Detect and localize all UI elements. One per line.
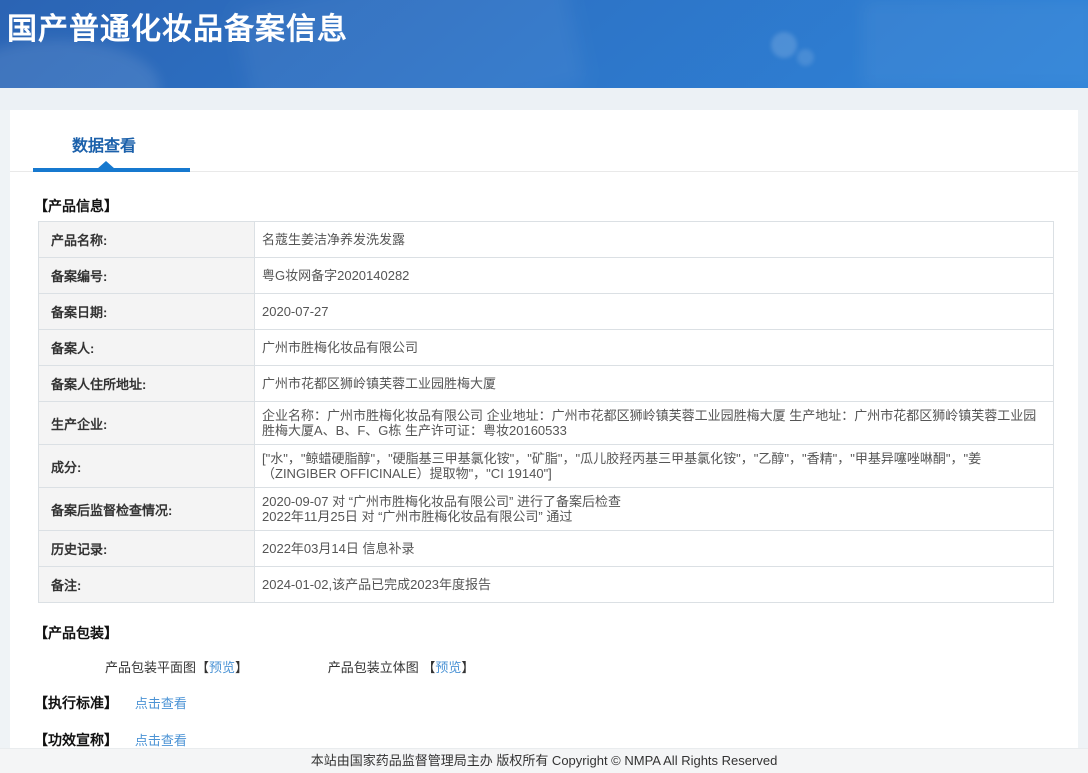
table-row: 产品名称: 名蔻生姜洁净养发洗发露 bbox=[38, 221, 1054, 258]
content-card: 数据查看 【产品信息】 产品名称: 名蔻生姜洁净养发洗发露 备案编号: 粤G妆网… bbox=[10, 110, 1078, 748]
table-row: 历史记录: 2022年03月14日 信息补录 bbox=[38, 530, 1054, 567]
row-value: 2022年03月14日 信息补录 bbox=[254, 530, 1054, 567]
product-info-section-title: 【产品信息】 bbox=[34, 198, 118, 214]
tab-bar: 数据查看 bbox=[10, 110, 1078, 172]
table-row: 备案编号: 粤G妆网备字2020140282 bbox=[38, 257, 1054, 294]
row-label: 历史记录: bbox=[38, 530, 255, 567]
packaging-flat-preview-link[interactable]: 预览 bbox=[209, 660, 235, 675]
packaging-flat-label: 产品包装平面图 bbox=[105, 660, 197, 675]
table-row: 备案日期: 2020-07-27 bbox=[38, 293, 1054, 330]
standards-view-link[interactable]: 点击查看 bbox=[135, 696, 187, 711]
row-label: 备案编号: bbox=[38, 257, 255, 294]
efficacy-section-title: 【功效宣称】 bbox=[34, 732, 118, 748]
efficacy-row: 【功效宣称】 点击查看 bbox=[34, 730, 1078, 750]
product-info-table: 产品名称: 名蔻生姜洁净养发洗发露 备案编号: 粤G妆网备字2020140282… bbox=[38, 221, 1054, 603]
table-row: 备案后监督检查情况: 2020-09-07 对 “广州市胜梅化妆品有限公司” 进… bbox=[38, 487, 1054, 531]
bracket-close: 】 bbox=[235, 660, 249, 675]
banner-decor-circle bbox=[771, 32, 797, 58]
row-value: 粤G妆网备字2020140282 bbox=[254, 257, 1054, 294]
bracket-open: 【 bbox=[422, 660, 436, 675]
row-value: 名蔻生姜洁净养发洗发露 bbox=[254, 221, 1054, 258]
header-spacer-band bbox=[0, 88, 1088, 110]
bracket-open: 【 bbox=[196, 660, 210, 675]
table-row: 生产企业: 企业名称：广州市胜梅化妆品有限公司 企业地址：广州市花都区狮岭镇芙蓉… bbox=[38, 401, 1054, 445]
tab-data-view[interactable]: 数据查看 bbox=[72, 132, 136, 156]
row-label: 备注: bbox=[38, 566, 255, 603]
table-row: 备案人: 广州市胜梅化妆品有限公司 bbox=[38, 329, 1054, 366]
bracket-close: 】 bbox=[461, 660, 475, 675]
packaging-flat-item: 产品包装平面图【预览】 bbox=[105, 657, 248, 676]
packaging-section-title: 【产品包装】 bbox=[34, 625, 118, 641]
banner-decor-circle bbox=[797, 49, 814, 66]
table-row: 备注: 2024-01-02,该产品已完成2023年度报告 bbox=[38, 566, 1054, 603]
packaging-stereo-label: 产品包装立体图 bbox=[327, 660, 423, 675]
efficacy-view-link[interactable]: 点击查看 bbox=[135, 733, 187, 748]
tab-active-indicator-icon bbox=[97, 161, 115, 169]
packaging-stereo-item: 产品包装立体图 【预览】 bbox=[328, 657, 475, 676]
row-label: 生产企业: bbox=[38, 401, 255, 445]
row-value: ["水"，"鲸蜡硬脂醇"，"硬脂基三甲基氯化铵"，"矿脂"，"瓜儿胶羟丙基三甲基… bbox=[254, 444, 1054, 488]
row-value: 2020-07-27 bbox=[254, 293, 1054, 330]
row-value: 企业名称：广州市胜梅化妆品有限公司 企业地址：广州市花都区狮岭镇芙蓉工业园胜梅大… bbox=[254, 401, 1054, 445]
page-header-banner: 国产普通化妆品备案信息 bbox=[0, 0, 1088, 88]
row-label: 成分: bbox=[38, 444, 255, 488]
standards-section-title: 【执行标准】 bbox=[34, 695, 118, 711]
row-label: 备案后监督检查情况: bbox=[38, 487, 255, 531]
row-value: 广州市胜梅化妆品有限公司 bbox=[254, 329, 1054, 366]
row-label: 备案人住所地址: bbox=[38, 365, 255, 402]
page-title: 国产普通化妆品备案信息 bbox=[7, 13, 348, 46]
table-row: 备案人住所地址: 广州市花都区狮岭镇芙蓉工业园胜梅大厦 bbox=[38, 365, 1054, 402]
banner-decor-shape bbox=[862, 0, 1088, 88]
packaging-stereo-preview-link[interactable]: 预览 bbox=[435, 660, 461, 675]
packaging-row: 产品包装平面图【预览】 产品包装立体图 【预览】 bbox=[105, 657, 1078, 676]
row-label: 备案人: bbox=[38, 329, 255, 366]
row-value: 广州市花都区狮岭镇芙蓉工业园胜梅大厦 bbox=[254, 365, 1054, 402]
page-footer: 本站由国家药品监督管理局主办 版权所有 Copyright © NMPA All… bbox=[0, 748, 1088, 773]
table-row: 成分: ["水"，"鲸蜡硬脂醇"，"硬脂基三甲基氯化铵"，"矿脂"，"瓜儿胶羟丙… bbox=[38, 444, 1054, 488]
row-value: 2024-01-02,该产品已完成2023年度报告 bbox=[254, 566, 1054, 603]
row-label: 备案日期: bbox=[38, 293, 255, 330]
standards-row: 【执行标准】 点击查看 bbox=[34, 693, 1078, 713]
row-label: 产品名称: bbox=[38, 221, 255, 258]
row-value: 2020-09-07 对 “广州市胜梅化妆品有限公司” 进行了备案后检查 202… bbox=[254, 487, 1054, 531]
